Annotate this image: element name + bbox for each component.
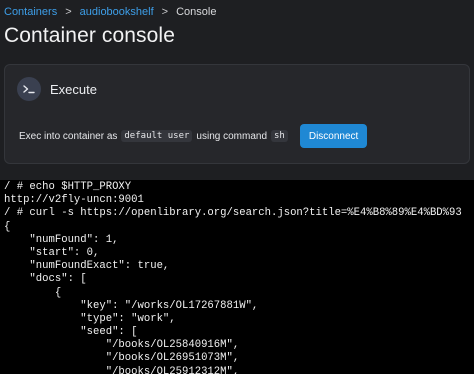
page-title: Container console [4,24,175,47]
breadcrumb-separator: > [161,6,169,18]
terminal[interactable]: / # echo $HTTP_PROXY http://v2fly-uncn:90… [0,180,474,374]
page: Containers > audiobookshelf > Console Co… [0,0,474,374]
disconnect-button[interactable]: Disconnect [299,124,368,148]
terminal-line: "seed": [ [4,326,138,339]
terminal-line: "type": "work", [4,312,176,325]
terminal-line: http://v2fly-uncn:9001 [4,194,144,207]
terminal-line: "/books/OL25840916M", [4,339,240,352]
breadcrumb-console: Console [176,6,217,18]
execute-card-header: Execute [17,77,97,101]
terminal-line: / # echo $HTTP_PROXY [4,181,132,193]
terminal-icon [17,77,41,101]
exec-line: Exec into container as default user usin… [19,123,368,149]
breadcrumb: Containers > audiobookshelf > Console [4,4,216,20]
user-code: default user [121,130,193,142]
breadcrumb-audiobookshelf[interactable]: audiobookshelf [80,6,154,18]
terminal-line: "numFound": 1, [4,233,119,246]
using-command-text: using command [196,130,268,142]
command-code: sh [271,130,288,142]
terminal-line: "key": "/works/OL17267881W", [4,299,259,312]
breadcrumb-containers[interactable]: Containers [4,6,57,18]
breadcrumb-separator: > [65,6,72,18]
terminal-line: / # curl -s https://openlibrary.org/sear… [4,207,462,220]
execute-card: Execute Exec into container as default u… [4,64,470,164]
terminal-line: "numFoundExact": true, [4,260,170,273]
terminal-line: { [4,286,62,299]
execute-card-title: Execute [50,81,97,97]
terminal-output: / # echo $HTTP_PROXY http://v2fly-uncn:90… [4,181,462,374]
terminal-line: "start": 0, [4,246,100,259]
terminal-line: "/books/OL25912312M", [4,365,240,374]
terminal-line: "/books/OL26951073M", [4,352,240,365]
exec-prefix-text: Exec into container as [19,130,118,142]
terminal-line: { [4,220,11,233]
terminal-line: "docs": [ [4,273,87,286]
